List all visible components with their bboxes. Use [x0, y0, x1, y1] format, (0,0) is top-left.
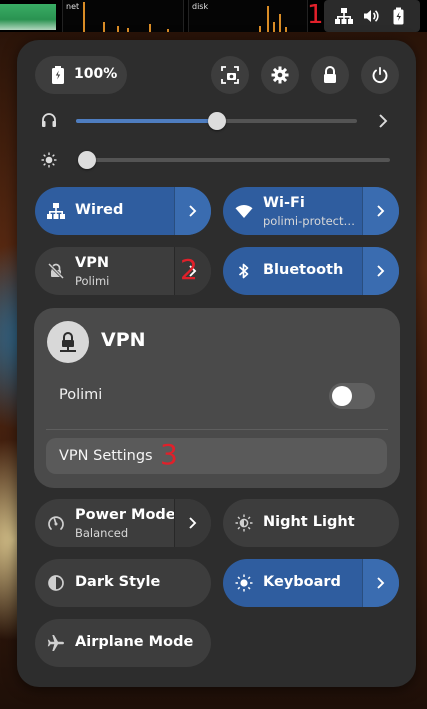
keyboard-toggle[interactable]: Keyboard	[223, 559, 362, 607]
headphones-icon	[41, 112, 57, 128]
vpn-menu-title: VPN	[101, 329, 146, 351]
screenshot-button[interactable]	[211, 56, 249, 94]
screenshot-icon	[221, 66, 239, 84]
marker-label-3: 3	[160, 438, 178, 471]
keyboard-tile[interactable]: Keyboard	[223, 559, 399, 607]
battery-percent: 100%	[74, 66, 118, 82]
battery-icon	[51, 66, 65, 84]
wifi-title: Wi-Fi	[263, 195, 305, 211]
vpn-title: VPN	[75, 255, 109, 271]
night-light-title: Night Light	[263, 514, 355, 530]
volume-slider[interactable]	[76, 110, 357, 132]
network-wired-icon	[47, 202, 65, 220]
night-light-toggle[interactable]: Night Light	[223, 499, 399, 547]
power-mode-subtitle: Balanced	[75, 526, 129, 540]
volume-icon	[362, 7, 380, 25]
vpn-settings-button[interactable]: VPN Settings	[46, 438, 387, 474]
night-light-icon	[235, 514, 253, 532]
brightness-slider[interactable]	[78, 149, 390, 171]
bluetooth-tile[interactable]: Bluetooth	[223, 247, 399, 295]
wifi-toggle[interactable]: Wi-Fi polimi-protect…	[223, 187, 362, 235]
bluetooth-toggle[interactable]: Bluetooth	[223, 247, 362, 295]
marker-label-2: 2	[180, 253, 198, 286]
chevron-right-icon	[188, 204, 198, 218]
cpu-graph	[0, 4, 56, 30]
brightness-icon	[41, 152, 57, 168]
lock-icon	[322, 66, 338, 84]
airplane-icon	[47, 634, 65, 652]
wifi-menu-button[interactable]	[362, 187, 399, 235]
chevron-right-icon	[188, 516, 198, 530]
vpn-settings-label: VPN Settings	[59, 448, 153, 464]
vpn-toggle[interactable]: VPN Polimi	[35, 247, 174, 295]
wired-menu-button[interactable]	[174, 187, 211, 235]
net-graph-label: net	[66, 2, 80, 11]
settings-icon	[271, 66, 289, 84]
airplane-mode-tile[interactable]: Airplane Mode	[35, 619, 211, 667]
chevron-right-icon	[376, 204, 386, 218]
wired-tile[interactable]: Wired	[35, 187, 211, 235]
dark-style-toggle[interactable]: Dark Style	[35, 559, 211, 607]
wired-toggle[interactable]: Wired	[35, 187, 174, 235]
airplane-mode-toggle[interactable]: Airplane Mode	[35, 619, 211, 667]
dark-style-icon	[47, 574, 65, 592]
wired-title: Wired	[75, 202, 124, 218]
power-button[interactable]	[361, 56, 399, 94]
wifi-subtitle: polimi-protect…	[263, 214, 355, 228]
chevron-right-icon	[376, 576, 386, 590]
settings-button[interactable]	[261, 56, 299, 94]
top-bar: net disk 1	[0, 0, 427, 32]
volume-slider-knob[interactable]	[208, 112, 226, 130]
keyboard-brightness-icon	[235, 574, 253, 592]
lock-button[interactable]	[311, 56, 349, 94]
vpn-menu: VPN Polimi VPN Settings 3	[34, 308, 400, 488]
vpn-subtitle: Polimi	[75, 274, 110, 288]
chevron-right-icon	[376, 264, 386, 278]
airplane-mode-title: Airplane Mode	[75, 634, 194, 650]
vpn-icon	[59, 331, 77, 353]
vpn-connection-name: Polimi	[59, 387, 103, 403]
bluetooth-title: Bluetooth	[263, 262, 344, 278]
vpn-disconnected-icon	[47, 262, 65, 280]
brightness-slider-knob[interactable]	[78, 151, 96, 169]
night-light-tile[interactable]: Night Light	[223, 499, 399, 547]
system-tray[interactable]	[324, 0, 420, 32]
wifi-tile[interactable]: Wi-Fi polimi-protect…	[223, 187, 399, 235]
vpn-connection-switch[interactable]	[329, 383, 375, 409]
vpn-menu-icon	[47, 321, 89, 363]
bluetooth-menu-button[interactable]	[362, 247, 399, 295]
dark-style-title: Dark Style	[75, 574, 161, 590]
wifi-icon	[235, 202, 253, 220]
net-graph: net	[62, 0, 184, 32]
power-icon	[371, 66, 389, 84]
power-mode-toggle[interactable]: Power Mode Balanced	[35, 499, 176, 547]
keyboard-menu-button[interactable]	[362, 559, 399, 607]
bluetooth-icon	[235, 262, 253, 280]
power-profile-icon	[47, 514, 65, 532]
power-mode-menu-button[interactable]	[174, 499, 211, 547]
disk-graph: disk	[188, 0, 308, 32]
battery-icon	[390, 7, 408, 25]
keyboard-title: Keyboard	[263, 574, 341, 590]
marker-label-1: 1	[307, 0, 324, 30]
dark-style-tile[interactable]: Dark Style	[35, 559, 211, 607]
menu-separator	[46, 429, 388, 430]
power-mode-tile[interactable]: Power Mode Balanced	[35, 499, 211, 547]
battery-status[interactable]: 100%	[35, 56, 127, 94]
switch-knob	[332, 386, 352, 406]
chevron-right-icon[interactable]	[377, 113, 389, 129]
power-mode-title: Power Mode	[75, 507, 176, 523]
network-wired-icon	[335, 7, 353, 25]
disk-graph-label: disk	[192, 2, 209, 11]
